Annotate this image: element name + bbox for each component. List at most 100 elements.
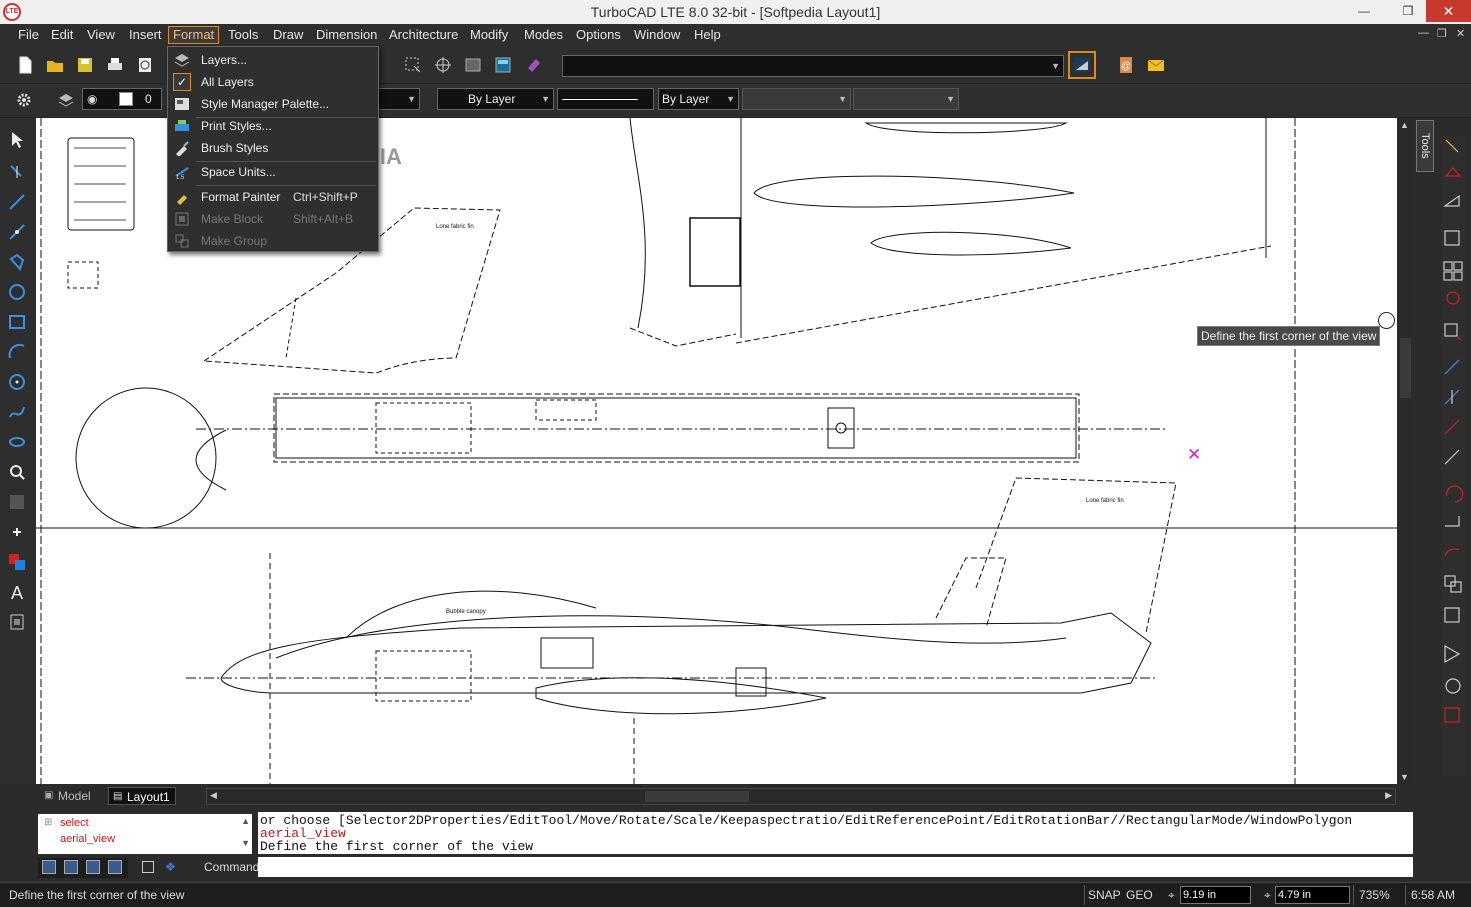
property-dropdown-2[interactable]: ▼ (853, 88, 959, 110)
menu-item-brush-styles[interactable]: Brush Styles (168, 137, 378, 159)
menu-dimension[interactable]: Dimension (312, 26, 381, 44)
layer-dropdown[interactable]: ▼ (378, 88, 420, 110)
tab-model[interactable]: ▣ Model (40, 787, 104, 805)
menu-insert[interactable]: Insert (125, 26, 166, 44)
x-coordinate-field[interactable]: 9.19 in (1180, 886, 1251, 904)
menu-view[interactable]: View (83, 26, 119, 44)
library-icon[interactable] (521, 52, 547, 78)
line-tool-icon[interactable] (5, 190, 29, 214)
new-file-icon[interactable] (12, 52, 38, 78)
menu-edit[interactable]: Edit (47, 26, 77, 44)
polygon-tool-icon[interactable] (5, 250, 29, 274)
cmd-mode-icon-1[interactable] (42, 860, 56, 874)
menu-help[interactable]: Help (690, 26, 725, 44)
menu-modify[interactable]: Modify (466, 26, 512, 44)
menu-options[interactable]: Options (572, 26, 625, 44)
menu-window[interactable]: Window (630, 26, 684, 44)
menu-item-space-units[interactable]: 1.5 Space Units... (168, 161, 378, 183)
circle-tool-icon[interactable] (5, 280, 29, 304)
doc-close-button[interactable]: ✕ (1456, 27, 1465, 40)
screen-mode-icon[interactable] (1068, 51, 1096, 79)
color-fill-icon[interactable] (5, 550, 29, 574)
pen-width-selector[interactable] (557, 88, 654, 110)
zoom-level[interactable]: 735% (1359, 888, 1390, 902)
pattern-tool-icon[interactable] (5, 490, 29, 514)
select-window-icon[interactable] (400, 52, 426, 78)
cmd-mode-icon-2[interactable] (64, 860, 78, 874)
menu-item-style-manager-palette[interactable]: Style Manager Palette... (168, 93, 378, 115)
cmd-mode-icon-3[interactable] (86, 860, 100, 874)
target-icon[interactable] (430, 52, 456, 78)
tree-scroll-up-icon[interactable]: ▲ (241, 816, 250, 826)
maximize-button[interactable]: ❐ (1391, 0, 1425, 22)
vertical-scrollbar[interactable]: ▲ ▼ (1397, 118, 1414, 784)
linestyle-selector[interactable]: By Layer ▼ (658, 88, 739, 110)
cmd-options-icon[interactable] (142, 861, 154, 873)
scroll-left-icon[interactable]: ◀ (210, 790, 217, 801)
rectangle-tool-icon[interactable] (5, 310, 29, 334)
cmd-help-icon[interactable]: ❖ (165, 860, 176, 874)
status-divider (1084, 885, 1085, 905)
tab-layout1-label: Layout1 (127, 790, 170, 804)
layers-icon[interactable] (53, 87, 79, 113)
command-input[interactable] (258, 857, 1413, 877)
view-selector[interactable]: ▼ (562, 55, 1064, 77)
space-units-icon: 1.5 (175, 167, 189, 180)
insert-tool-icon[interactable] (5, 610, 29, 634)
modify-tools-icons[interactable] (1441, 136, 1465, 776)
geo-toggle[interactable]: GEO (1126, 888, 1153, 902)
snap-toggle[interactable]: SNAP (1088, 888, 1121, 902)
calculator-icon[interactable] (490, 52, 516, 78)
contact-icon[interactable]: @ (1113, 52, 1139, 78)
layer-selector[interactable]: ◉ 0 (82, 88, 162, 110)
doc-restore-button[interactable]: ❐ (1437, 27, 1447, 40)
edit-tool-icon[interactable] (5, 160, 29, 184)
save-icon[interactable] (72, 52, 98, 78)
menu-architecture[interactable]: Architecture (385, 26, 462, 44)
arc-tool-icon[interactable] (5, 340, 29, 364)
scroll-up-icon[interactable]: ▲ (1400, 120, 1409, 130)
menu-modes[interactable]: Modes (520, 26, 567, 44)
color-selector[interactable]: By Layer ▼ (437, 88, 554, 110)
tree-item-aerial-view[interactable]: aerial_view (60, 833, 115, 845)
layout-icon[interactable] (460, 52, 486, 78)
doc-minimize-button[interactable]: — (1418, 27, 1429, 39)
print-preview-icon[interactable] (132, 52, 158, 78)
minimize-button[interactable]: — (1347, 0, 1381, 22)
circle-center-tool-icon[interactable] (5, 370, 29, 394)
polyline-tool-icon[interactable] (5, 220, 29, 244)
text-tool-icon[interactable]: A (5, 580, 29, 604)
point-tool-icon[interactable] (5, 520, 29, 544)
scroll-down-icon[interactable]: ▼ (1400, 772, 1409, 782)
tools-tab[interactable]: Tools (1416, 120, 1434, 172)
curve-tool-icon[interactable] (5, 400, 29, 424)
menu-item-format-painter[interactable]: Format Painter Ctrl+Shift+P (168, 186, 378, 208)
email-icon[interactable] (1143, 52, 1169, 78)
print-icon[interactable] (102, 52, 128, 78)
menu-draw[interactable]: Draw (269, 26, 307, 44)
horizontal-scroll-thumb[interactable] (645, 791, 749, 802)
open-folder-icon[interactable] (42, 52, 68, 78)
menu-file[interactable]: File (14, 26, 43, 44)
ellipse-tool-icon[interactable] (5, 430, 29, 454)
menu-item-all-layers[interactable]: ✓ All Layers (168, 71, 378, 93)
vertical-scroll-thumb[interactable] (1400, 338, 1411, 398)
menu-tools[interactable]: Tools (224, 26, 262, 44)
command-tree[interactable]: ⊞ select aerial_view ▲ ▼ (38, 814, 252, 854)
tree-scroll-down-icon[interactable]: ▼ (241, 838, 250, 848)
y-coordinate-field[interactable]: 4.79 in (1275, 886, 1350, 904)
property-dropdown-1[interactable]: ▼ (742, 88, 851, 110)
select-arrow-icon[interactable] (5, 128, 29, 152)
tree-expand-icon[interactable]: ⊞ (44, 817, 52, 828)
scroll-right-icon[interactable]: ▶ (1385, 790, 1392, 801)
zoom-tool-icon[interactable] (5, 460, 29, 484)
tree-item-select[interactable]: select (60, 817, 89, 829)
tab-layout1[interactable]: ▤ Layout1 (108, 787, 176, 805)
menu-item-print-styles[interactable]: Print Styles... (168, 115, 378, 137)
settings-gear-icon[interactable] (11, 87, 37, 113)
cmd-mode-icon-4[interactable] (108, 860, 122, 874)
menu-format[interactable]: Format (168, 26, 220, 44)
menu-item-layers[interactable]: Layers... (168, 49, 378, 71)
horizontal-scrollbar[interactable]: ◀ ▶ (206, 788, 1396, 805)
close-button[interactable]: ✕ (1426, 0, 1471, 22)
